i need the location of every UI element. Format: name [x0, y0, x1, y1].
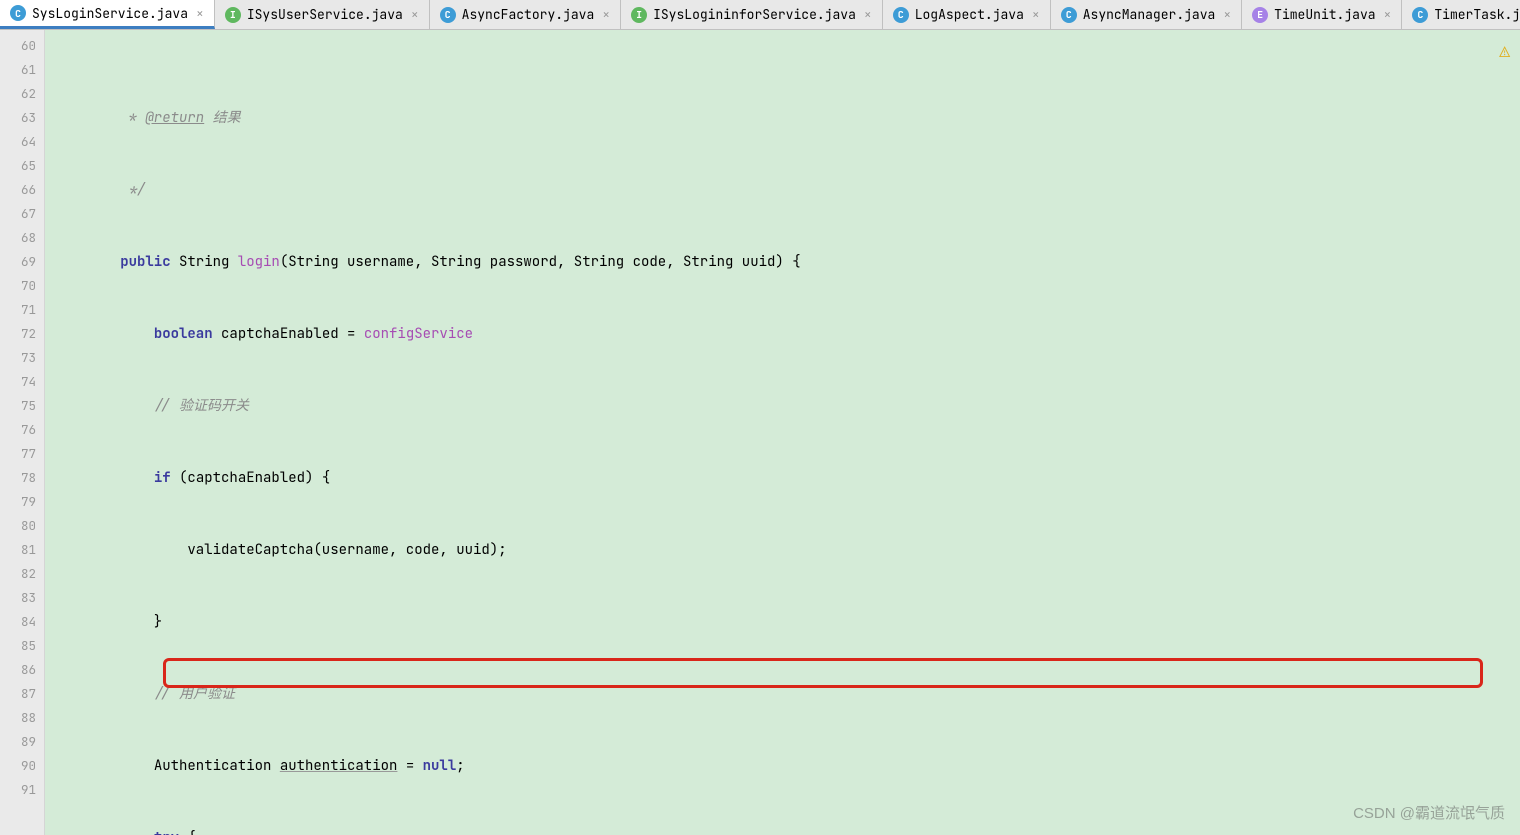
- tab-label: AsyncManager.java: [1083, 6, 1216, 23]
- tab-label: SysLoginService.java: [32, 5, 188, 22]
- close-icon[interactable]: ×: [411, 6, 419, 23]
- close-icon[interactable]: ×: [1384, 6, 1392, 23]
- line-number: 82: [0, 562, 36, 586]
- line-number: 81: [0, 538, 36, 562]
- tab-label: TimerTask.j: [1434, 6, 1520, 23]
- line-number: 68: [0, 226, 36, 250]
- tab-label: TimeUnit.java: [1274, 6, 1375, 23]
- line-number: 61: [0, 58, 36, 82]
- line-number: 69: [0, 250, 36, 274]
- editor-tab[interactable]: C AsyncFactory.java ×: [430, 0, 621, 29]
- code-line: // 用户验证: [45, 682, 1520, 706]
- file-type-icon: E: [1252, 7, 1268, 23]
- line-number: 64: [0, 130, 36, 154]
- line-number: 63: [0, 106, 36, 130]
- code-area[interactable]: ⚠ * @return 结果 */ public String login(St…: [45, 30, 1520, 835]
- tab-label: LogAspect.java: [915, 6, 1024, 23]
- editor-container: 6061626364656667686970717273747576777879…: [0, 30, 1520, 835]
- line-number: 66: [0, 178, 36, 202]
- line-number: 91: [0, 778, 36, 802]
- close-icon[interactable]: ×: [602, 6, 610, 23]
- tab-label: ISysLogininforService.java: [653, 6, 856, 23]
- line-number: 86: [0, 658, 36, 682]
- line-number: 67: [0, 202, 36, 226]
- watermark: CSDN @霸道流氓气质: [1353, 802, 1505, 823]
- line-number: 85: [0, 634, 36, 658]
- line-number: 72: [0, 322, 36, 346]
- line-number: 87: [0, 682, 36, 706]
- line-number: 73: [0, 346, 36, 370]
- file-type-icon: C: [1061, 7, 1077, 23]
- code-line: boolean captchaEnabled = configService: [45, 322, 1520, 346]
- code-line: try {: [45, 826, 1520, 835]
- line-number: 90: [0, 754, 36, 778]
- line-gutter: 6061626364656667686970717273747576777879…: [0, 30, 45, 835]
- editor-tab[interactable]: E TimeUnit.java ×: [1242, 0, 1402, 29]
- editor-tab[interactable]: I ISysLogininforService.java ×: [621, 0, 883, 29]
- line-number: 65: [0, 154, 36, 178]
- line-number: 62: [0, 82, 36, 106]
- line-number: 75: [0, 394, 36, 418]
- tab-label: ISysUserService.java: [247, 6, 403, 23]
- editor-tab[interactable]: CTimerTask.j×: [1402, 0, 1520, 29]
- code-line: if (captchaEnabled) {: [45, 466, 1520, 490]
- line-number: 83: [0, 586, 36, 610]
- line-number: 88: [0, 706, 36, 730]
- line-number: 89: [0, 730, 36, 754]
- code-line: Authentication authentication = null;: [45, 754, 1520, 778]
- tab-label: AsyncFactory.java: [462, 6, 595, 23]
- file-type-icon: C: [10, 5, 26, 21]
- line-number: 70: [0, 274, 36, 298]
- warning-icon[interactable]: ⚠: [1499, 40, 1510, 64]
- close-icon[interactable]: ×: [864, 6, 872, 23]
- editor-tab[interactable]: C AsyncManager.java ×: [1051, 0, 1242, 29]
- line-number: 76: [0, 418, 36, 442]
- line-number: 80: [0, 514, 36, 538]
- line-number: 60: [0, 34, 36, 58]
- line-number: 74: [0, 370, 36, 394]
- editor-tab[interactable]: C SysLoginService.java ×: [0, 0, 215, 29]
- editor-tab[interactable]: I ISysUserService.java ×: [215, 0, 430, 29]
- file-type-icon: I: [631, 7, 647, 23]
- file-type-icon: C: [1412, 7, 1428, 23]
- file-type-icon: I: [225, 7, 241, 23]
- code-line: */: [45, 178, 1520, 202]
- line-number: 77: [0, 442, 36, 466]
- editor-tabs: C SysLoginService.java × I ISysUserService.j…: [0, 0, 1520, 30]
- line-number: 78: [0, 466, 36, 490]
- close-icon[interactable]: ×: [196, 5, 204, 22]
- code-line: validateCaptcha(username, code, uuid);: [45, 538, 1520, 562]
- file-type-icon: C: [893, 7, 909, 23]
- code-line: // 验证码开关: [45, 394, 1520, 418]
- code-line: * @return 结果: [45, 106, 1520, 130]
- code-line: public String login(String username, Str…: [45, 250, 1520, 274]
- line-number: 79: [0, 490, 36, 514]
- close-icon[interactable]: ×: [1032, 6, 1040, 23]
- line-number: 84: [0, 610, 36, 634]
- editor-tab[interactable]: C LogAspect.java ×: [883, 0, 1051, 29]
- close-icon[interactable]: ×: [1223, 6, 1231, 23]
- file-type-icon: C: [440, 7, 456, 23]
- line-number: 71: [0, 298, 36, 322]
- code-line: }: [45, 610, 1520, 634]
